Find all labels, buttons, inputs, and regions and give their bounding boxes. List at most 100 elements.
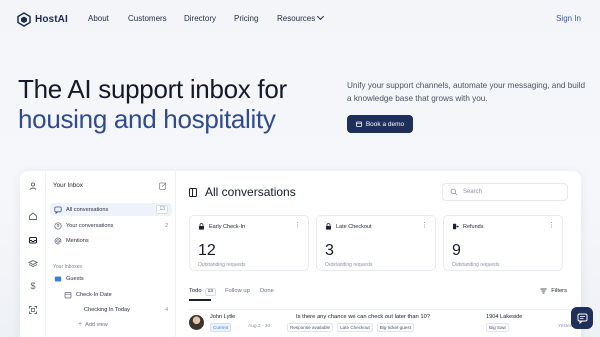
brand-name: HostAI <box>35 14 68 25</box>
hostai-logo-icon <box>17 12 31 27</box>
nav-link-about[interactable]: About <box>88 14 109 23</box>
scan-icon[interactable] <box>28 305 38 315</box>
plus-icon: + <box>78 321 83 328</box>
layers-icon[interactable] <box>28 259 38 269</box>
sidebar-inbox-checking-in-today[interactable]: Checking In Today 4 <box>70 303 172 316</box>
page-title-text: All conversations <box>205 185 296 199</box>
sidebar-item-label: All conversations <box>66 206 109 213</box>
filter-icon <box>540 288 547 294</box>
book-demo-button[interactable]: Book a demo <box>347 115 413 133</box>
stat-card-value: 9 <box>452 242 461 259</box>
nav-link-directory[interactable]: Directory <box>184 14 216 23</box>
book-demo-label: Book a demo <box>365 120 405 128</box>
stat-card-label: Refunds <box>463 223 484 230</box>
sidebar-item-mentions[interactable]: Mentions <box>50 234 172 247</box>
icon-rail: $ <box>20 171 46 337</box>
search-input[interactable]: Search <box>442 183 568 201</box>
chat-widget-button[interactable] <box>571 307 593 329</box>
sidebar-item-label: Checking In Today <box>84 306 130 313</box>
sidebar-toggle-icon[interactable] <box>189 187 197 197</box>
hero-title-line2: housing and hospitality <box>18 104 276 134</box>
tab-todo-label: Todo <box>189 288 202 294</box>
stat-card-caption: Outstanding requests <box>325 262 373 268</box>
top-nav: HostAI About Customers Directory Pricing… <box>0 0 600 40</box>
tab-follow-up[interactable]: Follow up <box>225 288 250 294</box>
filters-button[interactable]: Filters <box>540 288 567 294</box>
stat-card-refunds[interactable]: Refunds ⋮ 9 Outstanding requests <box>443 215 563 271</box>
hero-subtitle: Unify your support channels, automate yo… <box>347 81 586 103</box>
tag-late-checkout: Late Checkout <box>337 323 373 332</box>
sidebar-item-label: Guests <box>66 275 84 282</box>
inbox-icon[interactable] <box>28 235 38 245</box>
stay-dates: Aug 2 - 30 <box>248 324 271 329</box>
chevron-down-icon <box>317 12 325 21</box>
tab-todo[interactable]: Todo 13 <box>189 288 216 296</box>
active-tab-indicator <box>189 299 211 301</box>
sidebar-item-count: 13 <box>156 205 168 214</box>
sidebar-inbox-guests[interactable]: Guests <box>50 272 172 285</box>
tag-big-ticket-guest: Big ticket guest <box>376 323 414 332</box>
tag-response-available: Response available <box>287 323 334 332</box>
hero-title: The AI support inbox for housing and hos… <box>18 74 287 134</box>
filters-label: Filters <box>551 288 567 294</box>
stat-card-early-check-in[interactable]: Early Check-In ⋮ 12 Outstanding requests <box>189 215 309 271</box>
stat-card-label: Early Check-In <box>209 223 246 230</box>
sidebar-item-all-conversations[interactable]: All conversations 13 <box>50 203 172 216</box>
calendar-icon <box>355 121 362 127</box>
property-tag: Big Saw <box>486 323 509 332</box>
page-title: All conversations <box>189 185 296 199</box>
refund-icon <box>453 223 459 230</box>
chat-icon <box>577 313 587 324</box>
home-icon[interactable] <box>28 211 38 221</box>
logo[interactable]: HostAI <box>17 12 68 27</box>
user-icon[interactable] <box>28 181 38 191</box>
message-preview: Is there any chance we can check out lat… <box>296 314 431 320</box>
property-name: 1904 Lakeside <box>486 314 523 320</box>
hero-title-line1: The AI support inbox for <box>18 74 287 104</box>
tab-done[interactable]: Done <box>260 288 274 294</box>
sidebar-item-your-conversations[interactable]: Your conversations 2 <box>50 219 172 232</box>
tab-todo-count: 13 <box>204 288 216 296</box>
conversations-panel: All conversations Search Early Check-In … <box>176 171 581 337</box>
sidebar-item-label: Check-In Date <box>76 291 112 298</box>
nav-link-resources[interactable]: Resources <box>277 12 325 23</box>
sign-in-link[interactable]: Sign In <box>556 14 581 23</box>
at-icon <box>54 237 62 244</box>
sidebar-item-count: 4 <box>165 306 168 313</box>
app-preview: $ Your Inbox All conversations 13 Your c… <box>20 171 581 337</box>
sidebar-item-label: Mentions <box>66 237 89 244</box>
search-placeholder: Search <box>463 189 483 195</box>
stat-card-label: Late Checkout <box>336 223 372 230</box>
avatar <box>189 315 204 330</box>
more-icon[interactable]: ⋮ <box>548 222 555 229</box>
more-icon[interactable]: ⋮ <box>421 222 428 229</box>
stat-card-value: 3 <box>325 242 334 259</box>
stat-card-header: Early Check-In <box>198 223 245 230</box>
status-badge: Current <box>210 323 232 332</box>
stat-card-late-checkout[interactable]: Late Checkout ⋮ 3 Outstanding requests <box>316 215 436 271</box>
sidebar-section-label: Your Inboxes <box>53 264 83 270</box>
stat-card-caption: Outstanding requests <box>452 262 500 268</box>
user-circle-icon <box>54 221 62 230</box>
sidebar-item-label: Add view <box>85 321 108 328</box>
chat-icon <box>54 206 62 214</box>
lock-icon <box>199 223 204 230</box>
sidebar-add-view[interactable]: + Add view <box>70 318 172 331</box>
more-icon[interactable]: ⋮ <box>294 222 301 229</box>
table-row[interactable]: John Lytle Current Aug 2 - 30 Is there a… <box>189 309 581 335</box>
compose-icon[interactable] <box>159 182 167 190</box>
inbox-sidebar: Your Inbox All conversations 13 Your con… <box>46 171 176 337</box>
lock-icon <box>326 223 331 230</box>
guest-name: John Lytle <box>210 314 236 320</box>
nav-resources-label: Resources <box>277 14 316 23</box>
tag-list: Response available Late Checkout Big tic… <box>287 323 414 332</box>
stat-card-header: Refunds <box>452 223 484 230</box>
stat-card-caption: Outstanding requests <box>198 262 246 268</box>
nav-link-pricing[interactable]: Pricing <box>234 14 258 23</box>
dollar-icon[interactable]: $ <box>28 281 38 291</box>
folder-icon <box>54 276 62 281</box>
nav-link-customers[interactable]: Customers <box>128 14 167 23</box>
sidebar-item-count: 2 <box>165 222 168 229</box>
search-icon <box>450 188 458 196</box>
sidebar-inbox-check-in-date[interactable]: Check-In Date <box>60 288 172 301</box>
